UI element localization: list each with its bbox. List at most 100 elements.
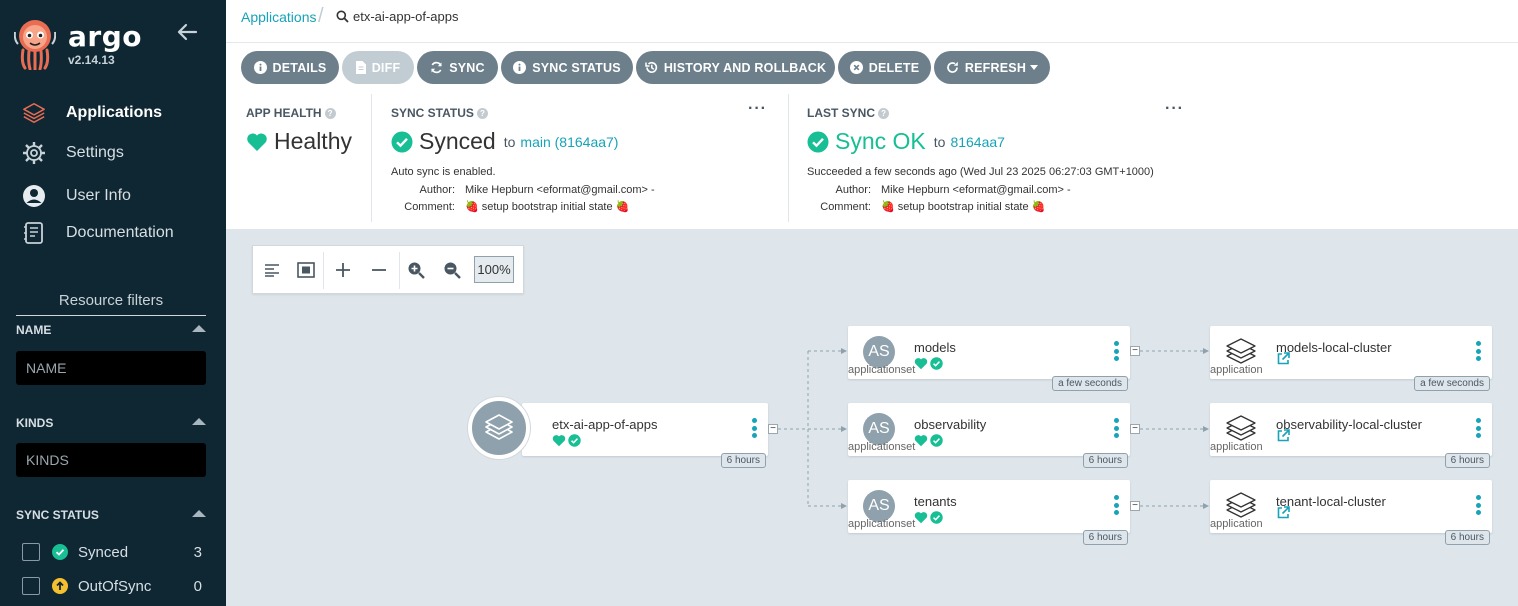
app-node-tenant-local-cluster[interactable]: tenant-local-cluster application 6 hours: [1210, 480, 1492, 545]
arrow-left-icon[interactable]: [176, 22, 198, 42]
more-options-icon[interactable]: ···: [748, 100, 767, 118]
node-menu-icon[interactable]: [1114, 495, 1120, 517]
last-sync-comment-row: Comment: 🍓 setup bootstrap initial state …: [807, 200, 1045, 213]
app-health-header: APP HEALTH ?: [246, 106, 336, 120]
details-button-label: DETAILS: [272, 60, 327, 75]
diff-button-label: DIFF: [371, 60, 401, 75]
nav-user-info[interactable]: User Info: [22, 182, 131, 210]
history-rollback-button[interactable]: HISTORY AND ROLLBACK: [636, 51, 835, 84]
outofsync-label: OutOfSync: [78, 577, 152, 595]
node-menu-icon[interactable]: [1476, 341, 1482, 363]
check-circle-icon: [930, 511, 943, 524]
kinds-filter-input[interactable]: [16, 443, 206, 477]
app-node-observability-local-cluster[interactable]: observability-local-cluster application …: [1210, 403, 1492, 468]
diff-button[interactable]: DIFF: [342, 51, 414, 84]
check-circle-icon: [391, 131, 413, 152]
help-icon[interactable]: ?: [324, 107, 336, 119]
sync-icon: [430, 61, 443, 74]
node-status-icons: [914, 434, 943, 447]
heart-icon: [247, 132, 267, 151]
appset-node-models[interactable]: AS models applicationset a few seconds: [848, 326, 1130, 391]
collapse-toggle[interactable]: −: [1130, 346, 1140, 356]
node-name: etx-ai-app-of-apps: [552, 417, 658, 432]
filter-outofsync-row[interactable]: OutOfSync 0: [22, 576, 202, 596]
sync-status-label: SYNC STATUS: [391, 106, 474, 120]
external-link-icon[interactable]: [1277, 352, 1290, 365]
nav-label: Applications: [66, 104, 163, 121]
collapse-toggle[interactable]: −: [1130, 424, 1140, 434]
nav-settings[interactable]: Settings: [22, 139, 124, 167]
breadcrumb-applications[interactable]: Applications: [241, 9, 317, 25]
node-age-badge: a few seconds: [1052, 376, 1128, 391]
help-icon[interactable]: ?: [878, 107, 890, 119]
node-name: tenants: [914, 494, 957, 509]
sync-revision-link[interactable]: main (8164aa7): [520, 134, 618, 150]
node-age-badge: 6 hours: [1444, 453, 1490, 468]
help-icon[interactable]: ?: [476, 107, 488, 119]
name-filter-header[interactable]: NAME: [16, 323, 206, 337]
argo-logo-icon: [14, 20, 56, 70]
delete-button[interactable]: DELETE: [838, 51, 931, 84]
check-circle-icon: [930, 434, 943, 447]
node-menu-icon[interactable]: [1114, 418, 1120, 440]
node-kind: application: [1210, 518, 1263, 530]
synced-label: Synced: [78, 543, 129, 561]
collapse-toggle[interactable]: −: [768, 424, 778, 434]
node-menu-icon[interactable]: [1476, 418, 1482, 440]
last-sync-label: LAST SYNC: [807, 106, 876, 120]
node-name: observability-local-cluster: [1276, 417, 1422, 432]
more-options-icon[interactable]: ···: [1165, 100, 1184, 118]
node-age-badge: a few seconds: [1414, 376, 1490, 391]
sync-button-label: SYNC: [449, 60, 485, 75]
last-sync-revision-link[interactable]: 8164aa7: [950, 134, 1005, 150]
delete-button-label: DELETE: [868, 60, 920, 75]
sync-status-button-label: SYNC STATUS: [532, 60, 621, 75]
node-menu-icon[interactable]: [1114, 341, 1120, 363]
root-app-icon[interactable]: [468, 397, 530, 459]
comment-value: 🍓 setup bootstrap initial state 🍓: [881, 201, 1046, 213]
sync-status-button[interactable]: SYNC STATUS: [501, 51, 633, 84]
check-circle-icon: [930, 357, 943, 370]
filter-synced-row[interactable]: Synced 3: [22, 542, 202, 562]
external-link-icon[interactable]: [1277, 506, 1290, 519]
node-menu-icon[interactable]: [752, 418, 758, 440]
sync-button[interactable]: SYNC: [417, 51, 498, 84]
node-status-icons: [914, 511, 943, 524]
app-node-models-local-cluster[interactable]: models-local-cluster application a few s…: [1210, 326, 1492, 391]
comment-key: Comment:: [404, 201, 455, 213]
name-filter-input[interactable]: [16, 351, 206, 385]
heart-icon: [914, 358, 928, 370]
history-icon: [645, 61, 658, 74]
outofsync-checkbox[interactable]: [22, 577, 40, 595]
heart-icon: [552, 435, 566, 447]
resource-graph: 100% etx-ai-app-of-apps 6 hours − AS mod…: [226, 230, 1518, 606]
info-icon: [513, 61, 527, 74]
root-app-node[interactable]: etx-ai-app-of-apps 6 hours: [522, 403, 768, 468]
breadcrumb-current[interactable]: etx-ai-app-of-apps: [336, 9, 459, 24]
node-kind: application: [1210, 364, 1263, 376]
details-button[interactable]: DETAILS: [241, 51, 339, 84]
nav-applications[interactable]: Applications: [22, 99, 162, 127]
top-bar: Applications / etx-ai-app-of-apps: [226, 0, 1518, 43]
synced-checkbox[interactable]: [22, 543, 40, 561]
status-panel: APP HEALTH ? Healthy SYNC STATUS ? ··· S…: [226, 94, 1518, 230]
last-sync-author-row: Author: Mike Hepburn <eformat@gmail.com> …: [807, 184, 1071, 196]
name-filter-label: NAME: [16, 323, 52, 337]
appset-node-tenants[interactable]: AS tenants applicationset 6 hours: [848, 480, 1130, 545]
node-age-badge: 6 hours: [1444, 530, 1490, 545]
nav-documentation[interactable]: Documentation: [22, 219, 174, 247]
sync-status-filter-header[interactable]: SYNC STATUS: [16, 508, 206, 522]
app-health-section: APP HEALTH ? Healthy: [226, 94, 372, 222]
collapse-toggle[interactable]: −: [1130, 501, 1140, 511]
node-name: observability: [914, 417, 987, 432]
refresh-button[interactable]: REFRESH: [934, 51, 1050, 84]
gear-icon: [22, 141, 46, 165]
kinds-filter-header[interactable]: KINDS: [16, 416, 206, 430]
user-circle-icon: [22, 184, 46, 208]
caret-up-icon: [192, 510, 206, 517]
node-menu-icon[interactable]: [1476, 495, 1482, 517]
author-key: Author:: [419, 184, 455, 196]
external-link-icon[interactable]: [1277, 429, 1290, 442]
nav-label: Settings: [66, 144, 124, 161]
appset-node-observability[interactable]: AS observability applicationset 6 hours: [848, 403, 1130, 468]
